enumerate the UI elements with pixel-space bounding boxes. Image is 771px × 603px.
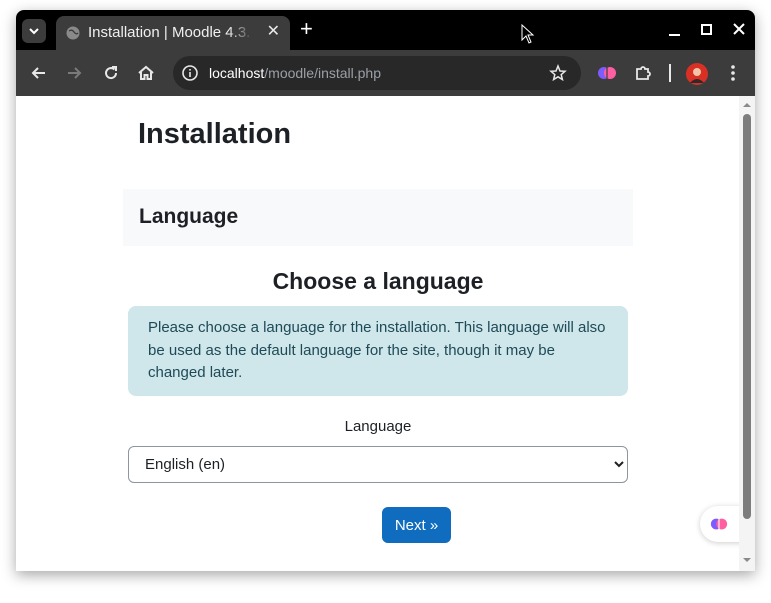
avatar[interactable] [686,63,708,85]
tab-search-button[interactable] [22,19,46,43]
language-label: Language [344,418,412,435]
active-tab[interactable]: Installation | Moodle 4.3. ✕ [56,16,290,50]
section-header: Language [123,189,633,246]
star-icon[interactable] [549,64,567,82]
forward-arrow-icon[interactable] [64,63,84,83]
page-title: Installation [138,118,292,150]
floating-extension-button[interactable] [700,506,739,542]
language-select[interactable]: English (en) [128,446,628,483]
mouse-cursor-icon [521,24,535,44]
minimize-icon[interactable] [668,20,682,40]
scroll-down-arrow-icon[interactable] [742,555,752,565]
toolbar-divider [669,64,671,82]
maximize-icon[interactable] [700,20,714,40]
vertical-scrollbar[interactable] [739,96,755,571]
scroll-up-arrow-icon[interactable] [742,100,752,110]
tab-close-icon[interactable]: ✕ [267,24,280,40]
url-path: /moodle/install.php [264,65,382,81]
back-arrow-icon[interactable] [29,63,49,83]
brain-extension-icon [710,518,728,530]
choose-language-heading: Choose a language [272,268,484,294]
new-tab-button[interactable]: + [300,18,313,40]
chevron-down-icon [29,28,39,35]
globe-icon [66,26,80,40]
info-alert: Please choose a language for the install… [128,306,628,396]
page-content: Installation Language Choose a language … [16,96,739,571]
tab-strip: Installation | Moodle 4.3. ✕ + [16,10,755,50]
tab-title: Installation | Moodle 4.3. [88,24,251,41]
kebab-menu-icon[interactable] [724,63,742,83]
reload-icon[interactable] [101,63,121,83]
info-icon[interactable] [181,64,199,82]
section-heading: Language [139,205,239,228]
url-host: localhost [209,65,265,81]
brain-extension-icon[interactable] [597,63,617,83]
browser-window: Installation | Moodle 4.3. ✕ + localhost… [16,10,755,571]
close-window-icon[interactable] [732,20,746,40]
home-icon[interactable] [136,63,156,83]
next-button[interactable]: Next » [382,507,451,543]
puzzle-icon[interactable] [633,63,653,83]
url-text[interactable]: localhost/moodle/install.php [209,65,381,81]
address-bar[interactable]: localhost/moodle/install.php [173,56,581,90]
scrollbar-thumb[interactable] [743,114,751,519]
browser-toolbar: localhost/moodle/install.php [16,50,755,96]
